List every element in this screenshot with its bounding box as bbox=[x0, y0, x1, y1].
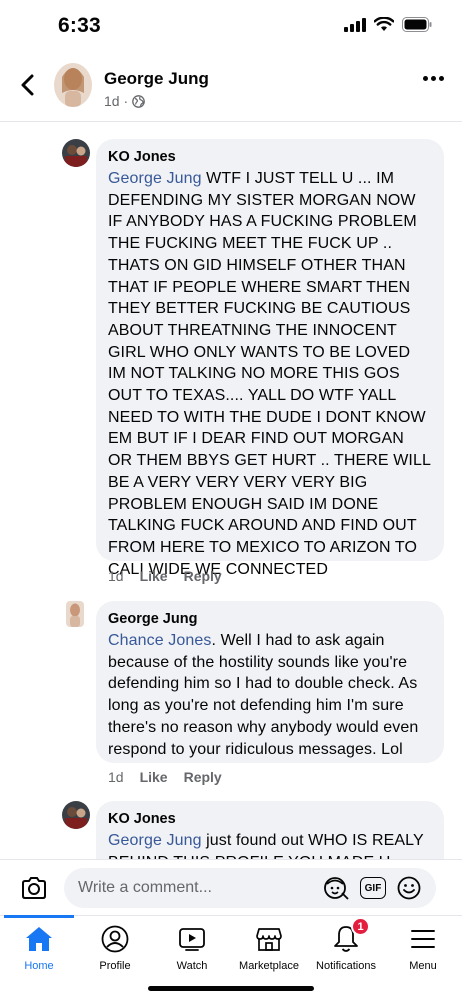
battery-icon bbox=[402, 17, 432, 32]
more-dot bbox=[439, 76, 444, 81]
comment-placeholder: Write a comment... bbox=[78, 879, 212, 896]
comment-text: Chance Jones. Well I had to ask again be… bbox=[108, 630, 432, 760]
profile-icon bbox=[100, 924, 130, 954]
comment-composer: Write a comment... GIF bbox=[0, 859, 462, 915]
status-icons bbox=[344, 17, 432, 32]
emoji-icon[interactable] bbox=[396, 875, 422, 901]
comment-time: 1d bbox=[108, 568, 124, 584]
tab-label: Marketplace bbox=[239, 960, 299, 972]
comment-bubble: KO Jones George Jung just found out WHO … bbox=[96, 801, 444, 859]
comment-author[interactable]: KO Jones bbox=[108, 810, 432, 828]
mention-link[interactable]: George Jung bbox=[108, 170, 202, 187]
comment: KO Jones George Jung just found out WHO … bbox=[0, 801, 462, 859]
mention-link[interactable]: George Jung bbox=[108, 832, 202, 849]
active-tab-indicator bbox=[4, 915, 74, 918]
camera-button[interactable] bbox=[20, 874, 48, 902]
tab-menu[interactable]: Menu bbox=[383, 924, 462, 978]
chevron-left-icon bbox=[21, 74, 34, 96]
tab-marketplace[interactable]: Marketplace bbox=[229, 924, 309, 978]
tab-label: Notifications bbox=[316, 960, 376, 972]
like-button[interactable]: Like bbox=[140, 769, 168, 785]
comment-actions: 1d Like Reply bbox=[108, 568, 222, 584]
commenter-avatar[interactable] bbox=[66, 601, 84, 627]
status-bar: 6:33 bbox=[0, 0, 462, 52]
camera-icon bbox=[22, 877, 46, 899]
gif-button[interactable]: GIF bbox=[360, 877, 386, 899]
commenter-avatar[interactable] bbox=[62, 801, 90, 829]
author-avatar[interactable] bbox=[54, 63, 92, 107]
comment-time: 1d bbox=[108, 769, 124, 785]
reply-button[interactable]: Reply bbox=[184, 769, 222, 785]
mention-link[interactable]: Chance Jones bbox=[108, 632, 212, 649]
comment: George Jung Chance Jones. Well I had to … bbox=[0, 601, 462, 801]
bottom-tab-bar: Home Profile Watch Marketplace 1 Notific… bbox=[0, 915, 462, 1000]
post-header: George Jung 1d · bbox=[0, 52, 462, 122]
composer-icons: GIF bbox=[322, 868, 422, 908]
comment-text: George Jung just found out WHO IS REALY … bbox=[108, 830, 432, 859]
tab-label: Menu bbox=[409, 960, 437, 972]
more-dot bbox=[423, 76, 428, 81]
home-indicator bbox=[148, 986, 314, 991]
tab-label: Home bbox=[24, 960, 54, 972]
comment-author[interactable]: KO Jones bbox=[108, 148, 432, 166]
comment-actions: 1d Like Reply bbox=[108, 769, 222, 785]
back-button[interactable] bbox=[12, 68, 42, 102]
comment-input[interactable]: Write a comment... GIF bbox=[64, 868, 436, 908]
tab-label: Profile bbox=[99, 960, 131, 972]
comment-body: . Well I had to ask again because of the… bbox=[108, 632, 419, 758]
author-name[interactable]: George Jung bbox=[104, 69, 209, 89]
comment-text: George Jung WTF I JUST TELL U ... IM DEF… bbox=[108, 168, 432, 580]
more-dot bbox=[431, 76, 436, 81]
comment-body: WTF I JUST TELL U ... IM DEFENDING MY SI… bbox=[108, 170, 431, 578]
avatar-sticker-icon[interactable] bbox=[322, 875, 350, 901]
watch-icon bbox=[177, 924, 207, 954]
like-button[interactable]: Like bbox=[140, 568, 168, 584]
marketplace-icon bbox=[254, 924, 284, 954]
gif-label: GIF bbox=[364, 882, 382, 894]
post-meta: 1d · bbox=[104, 93, 145, 109]
more-options-button[interactable] bbox=[423, 76, 444, 81]
globe-icon bbox=[132, 94, 145, 108]
comments-list: KO Jones George Jung WTF I JUST TELL U .… bbox=[0, 123, 462, 859]
comment-bubble: KO Jones George Jung WTF I JUST TELL U .… bbox=[96, 139, 444, 578]
post-time: 1d · bbox=[104, 93, 129, 109]
reply-button[interactable]: Reply bbox=[184, 568, 222, 584]
bell-icon: 1 bbox=[331, 917, 370, 954]
tab-watch[interactable]: Watch bbox=[152, 924, 232, 978]
tab-notifications[interactable]: 1 Notifications bbox=[306, 917, 386, 978]
home-icon bbox=[24, 924, 54, 954]
notification-badge: 1 bbox=[351, 917, 370, 936]
menu-icon bbox=[408, 924, 438, 954]
tab-label: Watch bbox=[176, 960, 208, 972]
tab-profile[interactable]: Profile bbox=[75, 924, 155, 978]
comment-author[interactable]: George Jung bbox=[108, 610, 432, 628]
comment-bubble: George Jung Chance Jones. Well I had to … bbox=[96, 601, 444, 763]
status-time: 6:33 bbox=[58, 14, 101, 37]
commenter-avatar[interactable] bbox=[62, 139, 90, 167]
comment: KO Jones George Jung WTF I JUST TELL U .… bbox=[0, 139, 462, 609]
wifi-icon bbox=[374, 17, 394, 31]
signal-icon bbox=[344, 17, 366, 32]
tab-home[interactable]: Home bbox=[0, 924, 79, 978]
